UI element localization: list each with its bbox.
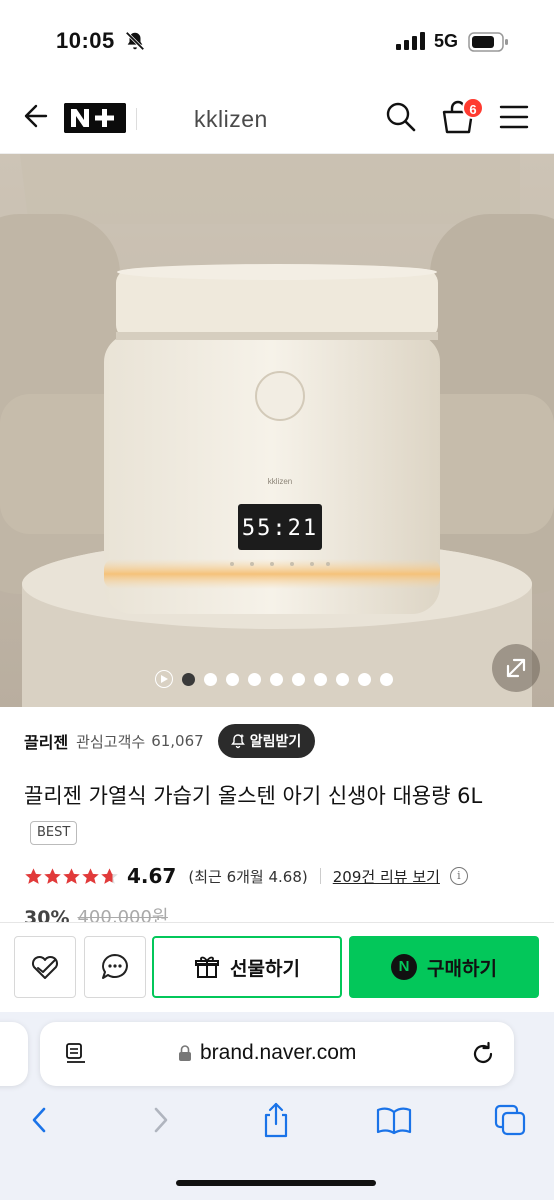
expand-button[interactable] [492,644,540,692]
naver-plus-logo[interactable] [64,103,126,133]
buy-button-label: 구매하기 [427,957,497,980]
back-button[interactable] [20,1098,60,1142]
share-button[interactable] [256,1098,296,1142]
tabs-button[interactable] [490,1098,530,1142]
star-icon [63,867,80,884]
rating-recent: (최근 6개월 4.68) [188,867,308,886]
carousel-dot[interactable] [248,672,261,686]
search-icon[interactable] [384,100,418,134]
original-price: 400,000원 [77,907,169,922]
url-text: brand.naver.com [200,1041,357,1064]
alarm-button-label: 알림받기 [249,734,302,750]
signal-icon [396,32,425,50]
review-link[interactable]: 209건 리뷰 보기 [333,866,440,887]
reader-icon[interactable] [64,1042,88,1066]
star-icon [101,867,118,884]
wishlist-button[interactable] [14,936,76,998]
share-icon [264,1102,288,1138]
discount-rate: 30% [24,907,70,922]
forward-button[interactable] [140,1098,180,1142]
back-arrow-icon[interactable] [18,100,50,132]
lock-icon [179,1045,191,1061]
store-name[interactable]: 끌리젠 [24,729,68,753]
naver-pay-logo: N [391,954,418,980]
bell-plus-icon [230,734,245,749]
tabs-icon [494,1104,526,1136]
price-row: 30% 400,000원 [24,906,168,922]
battery-icon [468,32,508,52]
carousel-dot[interactable] [182,672,195,686]
buy-button[interactable]: N 구매하기 [349,936,539,998]
status-time: 10:05 [56,28,115,53]
carousel-dot[interactable] [336,672,349,686]
product-title-text: 끌리젠 가열식 가습기 올스텐 아기 신생아 대용량 6L [24,784,483,808]
carousel-dot[interactable] [270,672,283,686]
heart-check-icon [31,955,59,979]
product-title: 끌리젠 가열식 가습기 올스텐 아기 신생아 대용량 6L BEST [24,778,534,850]
alarm-button[interactable]: 알림받기 [217,724,316,758]
expand-icon [506,658,526,678]
purchase-action-bar: 선물하기 N 구매하기 [0,922,554,1012]
cart-count-badge: 6 [462,97,484,119]
star-rating [24,867,119,886]
talk-button[interactable] [84,936,146,998]
gift-button[interactable]: 선물하기 [152,936,342,998]
rating-divider [319,868,321,884]
chat-icon [102,954,128,979]
gift-icon [195,956,220,978]
follower-count: 61,067 [151,732,204,750]
bell-off-icon [125,31,145,51]
brand-logo[interactable]: kklizen [194,106,268,133]
follower-label: 관심고객수 [76,732,146,751]
chevron-left-icon [32,1107,46,1133]
bookmarks-button[interactable] [374,1098,414,1142]
header-divider [136,108,137,130]
carousel-indicator [155,670,393,688]
star-icon [82,867,99,884]
reload-icon[interactable] [470,1041,496,1067]
rating-value: 4.67 [127,864,177,888]
carousel-dot[interactable] [358,672,371,686]
store-row: 끌리젠 관심고객수 61,067 알림받기 [24,724,316,758]
carousel-dot[interactable] [314,672,327,686]
carousel-dot[interactable] [226,672,239,686]
star-icon [25,867,42,884]
star-icon [44,867,61,884]
play-icon[interactable] [155,670,173,688]
best-tag: BEST [30,821,78,845]
previous-tab-preview[interactable] [0,1022,28,1086]
product-photo: 55:21 kklizen [0,154,554,707]
carousel-dot[interactable] [204,672,217,686]
address-bar[interactable]: brand.naver.com [40,1022,514,1086]
carousel-dot[interactable] [292,672,305,686]
svg-text:55:21: 55:21 [242,516,318,541]
status-bar: 10:05 5G [0,0,554,80]
product-image-carousel[interactable]: 55:21 kklizen [0,154,554,707]
rating-row: 4.67 (최근 6개월 4.68) 209건 리뷰 보기 i [24,862,468,890]
gift-button-label: 선물하기 [230,957,300,980]
bookmarks-icon [376,1107,412,1135]
chevron-right-icon [154,1107,168,1133]
carousel-dot[interactable] [380,672,393,686]
network-label: 5G [434,31,459,51]
site-header: kklizen 6 [0,80,554,154]
info-icon[interactable]: i [449,867,468,885]
home-indicator [176,1180,376,1186]
device-logo: kklizen [268,477,292,486]
menu-icon[interactable] [498,102,530,132]
browser-toolbar: brand.naver.com [0,1012,554,1200]
